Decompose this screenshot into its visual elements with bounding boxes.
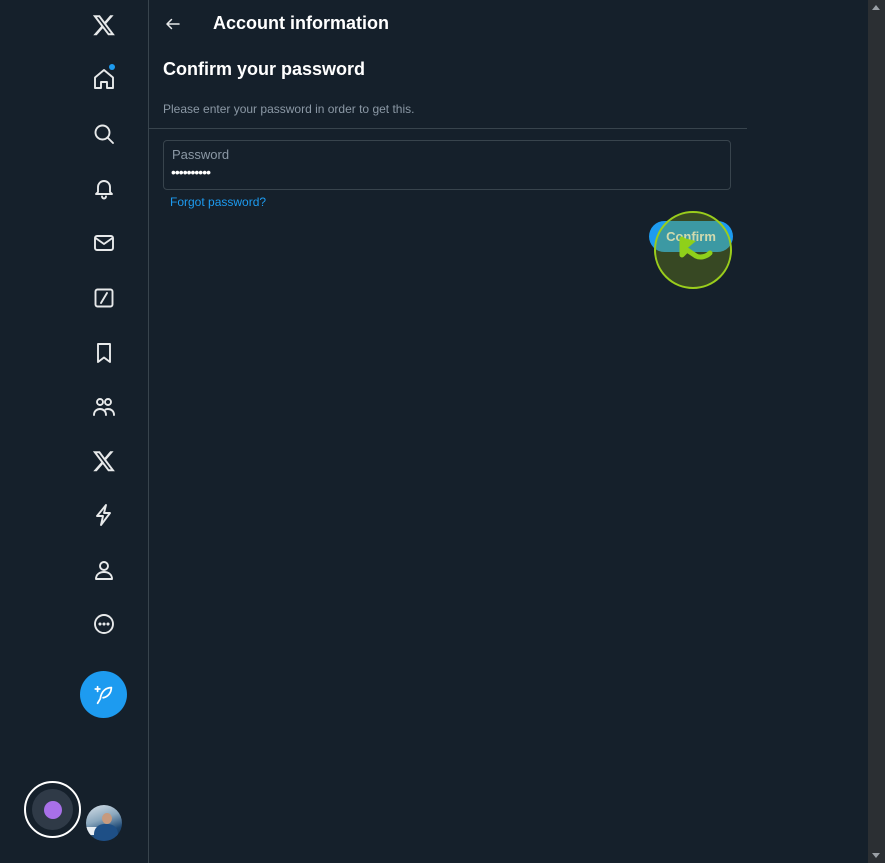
password-field[interactable]: Password •••••••••• [163, 140, 731, 190]
home-icon [94, 69, 114, 89]
back-button[interactable] [159, 10, 187, 38]
mail-icon [94, 235, 114, 251]
account-avatar[interactable] [86, 805, 122, 841]
lightning-icon [96, 504, 111, 526]
scrollbar[interactable] [868, 0, 885, 863]
grok-assistant-button[interactable] [24, 781, 81, 838]
sidebar-item-premium[interactable] [80, 437, 128, 485]
sidebar-item-verified-orgs[interactable] [80, 491, 128, 539]
post-button[interactable] [80, 671, 127, 718]
sidebar-item-profile[interactable] [80, 546, 128, 594]
sidebar-item-bookmarks[interactable] [80, 329, 128, 377]
grok-icon [94, 288, 114, 308]
sidebar-item-notifications[interactable] [80, 164, 128, 212]
sidebar-item-explore[interactable] [80, 110, 128, 158]
confirm-button[interactable]: Confirm [649, 221, 733, 252]
password-input[interactable]: •••••••••• [171, 164, 211, 180]
sidebar [0, 0, 148, 863]
profile-icon [95, 561, 113, 580]
password-label: Password [172, 147, 230, 162]
sidebar-item-home[interactable] [80, 55, 128, 103]
sidebar-item-messages[interactable] [80, 219, 128, 267]
main-column: Account information Confirm your passwor… [148, 0, 748, 863]
sidebar-item-grok[interactable] [80, 274, 128, 322]
forgot-password-link[interactable]: Forgot password? [170, 195, 266, 209]
sidebar-item-more[interactable] [80, 600, 128, 648]
x-logo-icon [92, 15, 115, 36]
page-title: Account information [213, 13, 389, 33]
more-icon [94, 614, 114, 634]
sidebar-item-communities[interactable] [80, 383, 128, 431]
premium-x-icon [92, 451, 115, 472]
bell-icon [95, 180, 113, 200]
notification-dot [109, 64, 115, 70]
scroll-down-arrow-icon[interactable] [872, 853, 880, 858]
grok-assistant-ring [32, 789, 73, 830]
section-description: Please enter your password in order to g… [163, 102, 415, 116]
grok-dot-icon [43, 800, 62, 819]
x-logo[interactable] [80, 1, 128, 49]
arrow-left-icon [166, 18, 180, 30]
search-icon [94, 124, 114, 144]
scroll-up-arrow-icon[interactable] [872, 5, 880, 10]
right-area [747, 0, 868, 863]
bookmark-icon [97, 343, 111, 363]
divider [149, 128, 747, 129]
communities-icon [93, 398, 115, 416]
section-title: Confirm your password [163, 59, 366, 79]
feather-plus-icon [93, 685, 112, 704]
